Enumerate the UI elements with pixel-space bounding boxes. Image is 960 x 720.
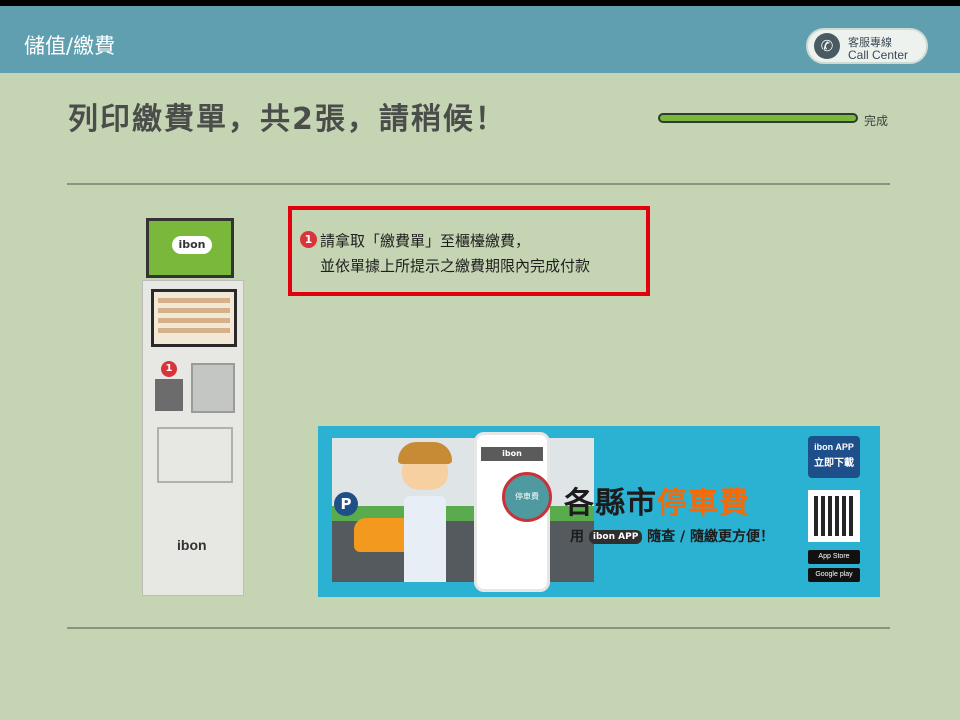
ibon-app-badge: ibon APP 立即下載 [808, 436, 860, 478]
instruction-box: 1 請拿取「繳費單」至櫃檯繳費， 並依單據上所提示之繳費期限內完成付款 [288, 206, 650, 296]
kiosk-illustration: ibon 1 ibon [140, 218, 246, 598]
kiosk-body: 1 ibon [142, 280, 244, 596]
banner-headline: 各縣市停車費 [564, 486, 750, 521]
header-bar: 儲值/繳費 ✆ 客服專線 Call Center [0, 0, 960, 73]
header-title: 儲值/繳費 [24, 34, 116, 58]
ibon-app-pill: ibon APP [588, 530, 643, 544]
kiosk-window [191, 363, 235, 413]
phone-icon: ✆ [814, 33, 840, 59]
kiosk-slots [157, 427, 233, 483]
page-title: 列印繳費單，共2張，請稍候！ [68, 102, 507, 137]
kiosk-brand: ibon [177, 537, 207, 553]
banner-subline: 用 ibon APP 隨查 / 隨繳更方便！ [570, 529, 775, 545]
progress-bar [658, 113, 858, 123]
kiosk-touch-screen [151, 289, 237, 347]
progress-fill [660, 115, 856, 121]
person-illustration [404, 496, 446, 582]
kiosk-step-badge: 1 [161, 361, 177, 377]
step-badge: 1 [300, 231, 317, 248]
call-center-label-en: Call Center [848, 48, 909, 62]
divider-bottom [67, 627, 890, 629]
call-center-button[interactable]: ✆ 客服專線 Call Center [806, 28, 928, 64]
instruction-line-1: 請拿取「繳費單」至櫃檯繳費， [320, 232, 531, 250]
phone-highlight: 停車費 [502, 472, 552, 522]
qr-code-icon [808, 490, 860, 542]
divider-top [67, 183, 890, 185]
kiosk-printer-slot [155, 379, 183, 411]
kiosk-ad-screen: ibon [146, 218, 234, 278]
phone-logo: ibon [481, 447, 543, 461]
app-store-badge: App Store [808, 550, 860, 564]
parking-sign-icon: P [334, 492, 358, 516]
instruction-line-2: 並依單據上所提示之繳費期限內完成付款 [320, 257, 591, 275]
ibon-logo: ibon [172, 236, 212, 254]
progress-label: 完成 [864, 114, 889, 128]
promo-banner[interactable]: P ibon 停車費 各縣市停車費 用 ibon APP 隨查 / 隨繳更方便！… [318, 426, 880, 597]
google-play-badge: Google play [808, 568, 860, 582]
